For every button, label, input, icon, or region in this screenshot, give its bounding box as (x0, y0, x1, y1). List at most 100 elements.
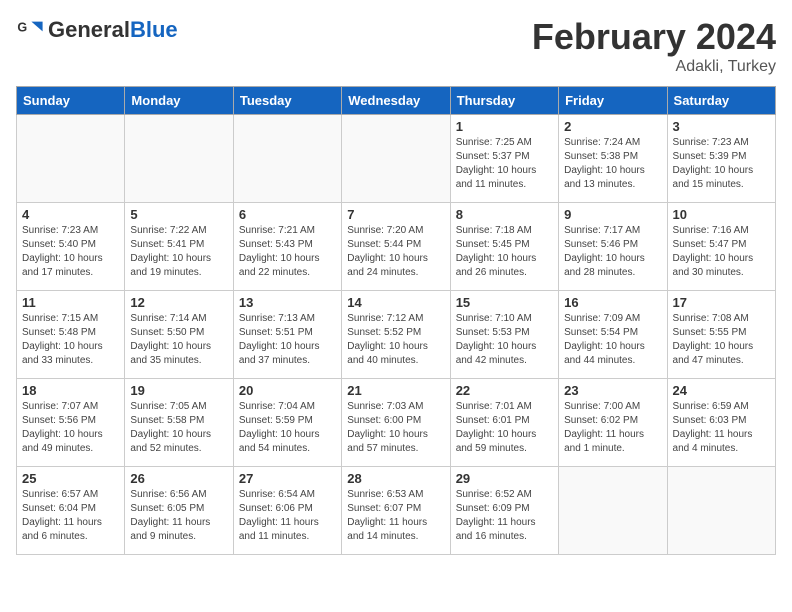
calendar-day-cell: 10 Sunrise: 7:16 AM Sunset: 5:47 PM Dayli… (667, 203, 775, 291)
calendar-day-cell: 29 Sunrise: 6:52 AM Sunset: 6:09 PM Dayli… (450, 467, 558, 555)
day-number: 9 (564, 207, 661, 222)
calendar-header-row: SundayMondayTuesdayWednesdayThursdayFrid… (17, 87, 776, 115)
calendar-day-cell: 6Sunrise: 7:21 AM Sunset: 5:43 PM Daylig… (233, 203, 341, 291)
calendar-day-cell: 1 Sunrise: 7:25 AM Sunset: 5:37 PM Daylig… (450, 115, 558, 203)
day-info: Sunrise: 6:52 AM Sunset: 6:09 PM Dayligh… (456, 488, 553, 544)
day-info: Sunrise: 7:07 AM Sunset: 5:56 PM Dayligh… (22, 400, 119, 456)
calendar-week-row: 1 Sunrise: 7:25 AM Sunset: 5:37 PM Daylig… (17, 115, 776, 203)
calendar-day-cell: 17 Sunrise: 7:08 AM Sunset: 5:55 PM Dayli… (667, 291, 775, 379)
day-number: 11 (22, 295, 119, 310)
calendar-day-cell: 14Sunrise: 7:12 AM Sunset: 5:52 PM Dayli… (342, 291, 450, 379)
calendar-day-cell (233, 115, 341, 203)
calendar-body: 1 Sunrise: 7:25 AM Sunset: 5:37 PM Daylig… (17, 115, 776, 555)
calendar-day-cell: 4 Sunrise: 7:23 AM Sunset: 5:40 PM Daylig… (17, 203, 125, 291)
calendar-day-cell: 8 Sunrise: 7:18 AM Sunset: 5:45 PM Daylig… (450, 203, 558, 291)
calendar-day-cell (125, 115, 233, 203)
day-info: Sunrise: 7:01 AM Sunset: 6:01 PM Dayligh… (456, 400, 553, 456)
day-number: 17 (673, 295, 770, 310)
day-info: Sunrise: 7:10 AM Sunset: 5:53 PM Dayligh… (456, 312, 553, 368)
logo-blue-text: Blue (130, 17, 178, 42)
logo-icon: G (16, 16, 44, 44)
title-area: February 2024 Adakli, Turkey (532, 16, 776, 76)
day-number: 19 (130, 383, 227, 398)
day-number: 18 (22, 383, 119, 398)
calendar-week-row: 11 Sunrise: 7:15 AM Sunset: 5:48 PM Dayli… (17, 291, 776, 379)
svg-text:G: G (17, 20, 27, 34)
calendar-day-cell (17, 115, 125, 203)
day-info: Sunrise: 7:04 AM Sunset: 5:59 PM Dayligh… (239, 400, 336, 456)
calendar-day-cell (342, 115, 450, 203)
calendar-day-cell (667, 467, 775, 555)
day-info: Sunrise: 7:09 AM Sunset: 5:54 PM Dayligh… (564, 312, 661, 368)
day-info: Sunrise: 7:17 AM Sunset: 5:46 PM Dayligh… (564, 224, 661, 280)
day-number: 21 (347, 383, 444, 398)
header: G GeneralBlue February 2024 Adakli, Turk… (16, 16, 776, 76)
day-info: Sunrise: 7:03 AM Sunset: 6:00 PM Dayligh… (347, 400, 444, 456)
day-info: Sunrise: 7:20 AM Sunset: 5:44 PM Dayligh… (347, 224, 444, 280)
day-info: Sunrise: 7:08 AM Sunset: 5:55 PM Dayligh… (673, 312, 770, 368)
day-info: Sunrise: 7:25 AM Sunset: 5:37 PM Dayligh… (456, 136, 553, 192)
day-info: Sunrise: 7:23 AM Sunset: 5:39 PM Dayligh… (673, 136, 770, 192)
day-number: 6 (239, 207, 336, 222)
calendar-week-row: 4 Sunrise: 7:23 AM Sunset: 5:40 PM Daylig… (17, 203, 776, 291)
day-number: 28 (347, 471, 444, 486)
day-number: 8 (456, 207, 553, 222)
day-number: 2 (564, 119, 661, 134)
day-info: Sunrise: 7:16 AM Sunset: 5:47 PM Dayligh… (673, 224, 770, 280)
day-number: 25 (22, 471, 119, 486)
day-info: Sunrise: 7:15 AM Sunset: 5:48 PM Dayligh… (22, 312, 119, 368)
day-number: 15 (456, 295, 553, 310)
calendar-day-cell: 27 Sunrise: 6:54 AM Sunset: 6:06 PM Dayli… (233, 467, 341, 555)
calendar-day-cell: 24Sunrise: 6:59 AM Sunset: 6:03 PM Dayli… (667, 379, 775, 467)
month-title: February 2024 (532, 16, 776, 58)
calendar-week-row: 25 Sunrise: 6:57 AM Sunset: 6:04 PM Dayli… (17, 467, 776, 555)
day-info: Sunrise: 6:57 AM Sunset: 6:04 PM Dayligh… (22, 488, 119, 544)
day-number: 13 (239, 295, 336, 310)
calendar-day-cell: 19Sunrise: 7:05 AM Sunset: 5:58 PM Dayli… (125, 379, 233, 467)
calendar-day-cell: 16 Sunrise: 7:09 AM Sunset: 5:54 PM Dayli… (559, 291, 667, 379)
day-number: 24 (673, 383, 770, 398)
day-number: 23 (564, 383, 661, 398)
day-number: 14 (347, 295, 444, 310)
calendar-day-cell: 21 Sunrise: 7:03 AM Sunset: 6:00 PM Dayli… (342, 379, 450, 467)
day-number: 4 (22, 207, 119, 222)
day-number: 3 (673, 119, 770, 134)
calendar-day-cell: 25 Sunrise: 6:57 AM Sunset: 6:04 PM Dayli… (17, 467, 125, 555)
weekday-header-cell: Friday (559, 87, 667, 115)
day-number: 7 (347, 207, 444, 222)
logo: G GeneralBlue (16, 16, 178, 44)
calendar-day-cell: 12Sunrise: 7:14 AM Sunset: 5:50 PM Dayli… (125, 291, 233, 379)
day-number: 22 (456, 383, 553, 398)
logo-general-text: General (48, 17, 130, 42)
day-info: Sunrise: 7:13 AM Sunset: 5:51 PM Dayligh… (239, 312, 336, 368)
day-info: Sunrise: 6:56 AM Sunset: 6:05 PM Dayligh… (130, 488, 227, 544)
day-number: 20 (239, 383, 336, 398)
day-number: 29 (456, 471, 553, 486)
calendar-day-cell: 13 Sunrise: 7:13 AM Sunset: 5:51 PM Dayli… (233, 291, 341, 379)
calendar-day-cell: 23 Sunrise: 7:00 AM Sunset: 6:02 PM Dayli… (559, 379, 667, 467)
day-info: Sunrise: 7:23 AM Sunset: 5:40 PM Dayligh… (22, 224, 119, 280)
day-info: Sunrise: 7:00 AM Sunset: 6:02 PM Dayligh… (564, 400, 661, 456)
weekday-header-cell: Monday (125, 87, 233, 115)
weekday-header-cell: Thursday (450, 87, 558, 115)
day-number: 10 (673, 207, 770, 222)
day-number: 5 (130, 207, 227, 222)
day-info: Sunrise: 6:54 AM Sunset: 6:06 PM Dayligh… (239, 488, 336, 544)
calendar-day-cell: 26 Sunrise: 6:56 AM Sunset: 6:05 PM Dayli… (125, 467, 233, 555)
day-info: Sunrise: 7:18 AM Sunset: 5:45 PM Dayligh… (456, 224, 553, 280)
calendar-day-cell: 3 Sunrise: 7:23 AM Sunset: 5:39 PM Daylig… (667, 115, 775, 203)
calendar-day-cell: 18 Sunrise: 7:07 AM Sunset: 5:56 PM Dayli… (17, 379, 125, 467)
day-number: 12 (130, 295, 227, 310)
calendar-day-cell: 7 Sunrise: 7:20 AM Sunset: 5:44 PM Daylig… (342, 203, 450, 291)
day-number: 16 (564, 295, 661, 310)
calendar-week-row: 18 Sunrise: 7:07 AM Sunset: 5:56 PM Dayli… (17, 379, 776, 467)
calendar-table: SundayMondayTuesdayWednesdayThursdayFrid… (16, 86, 776, 555)
day-number: 27 (239, 471, 336, 486)
day-number: 26 (130, 471, 227, 486)
day-info: Sunrise: 7:24 AM Sunset: 5:38 PM Dayligh… (564, 136, 661, 192)
calendar-day-cell: 20 Sunrise: 7:04 AM Sunset: 5:59 PM Dayli… (233, 379, 341, 467)
day-number: 1 (456, 119, 553, 134)
location-title: Adakli, Turkey (532, 58, 776, 76)
calendar-day-cell: 22 Sunrise: 7:01 AM Sunset: 6:01 PM Dayli… (450, 379, 558, 467)
calendar-day-cell: 5Sunrise: 7:22 AM Sunset: 5:41 PM Daylig… (125, 203, 233, 291)
